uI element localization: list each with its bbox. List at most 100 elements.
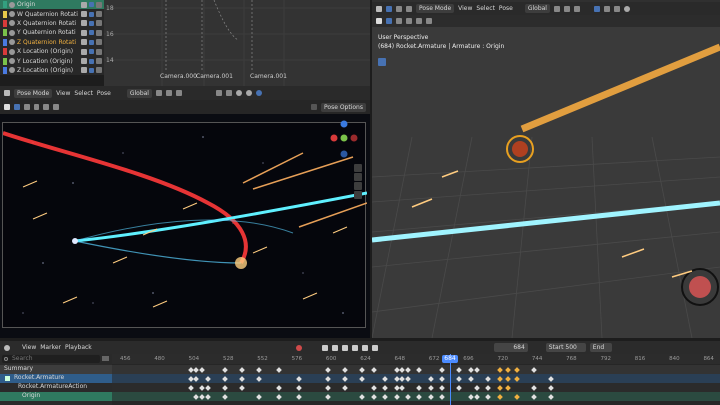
right-snap-icon[interactable] bbox=[563, 5, 570, 12]
right-menu-pose[interactable]: Pose bbox=[499, 5, 513, 12]
timeline-menu-view[interactable]: View bbox=[22, 344, 36, 351]
right-gizmo-icon[interactable] bbox=[593, 5, 600, 12]
end-frame-field[interactable]: End bbox=[589, 343, 612, 352]
wrench-icon[interactable] bbox=[81, 1, 87, 8]
graph-editor[interactable]: 18 16 14 Camera.000 Camera.001 Camera.00… bbox=[104, 0, 370, 86]
shading-material-icon[interactable] bbox=[245, 90, 252, 96]
editor-type-icon[interactable] bbox=[4, 90, 10, 96]
lock-camera-icon[interactable] bbox=[354, 191, 362, 199]
checkbox-icon[interactable] bbox=[89, 30, 94, 36]
record-icon[interactable] bbox=[295, 344, 302, 351]
pivot-icon[interactable] bbox=[155, 90, 162, 96]
wrench-icon[interactable] bbox=[81, 29, 87, 36]
snap-icon[interactable] bbox=[165, 90, 172, 96]
checkbox-icon[interactable] bbox=[89, 39, 94, 45]
close-icon[interactable] bbox=[311, 104, 318, 110]
select-extend-icon[interactable] bbox=[23, 104, 30, 110]
proportional-icon[interactable] bbox=[175, 90, 182, 96]
select-mode-icon[interactable] bbox=[13, 104, 20, 110]
right-viewport[interactable]: Pose Mode View Select Pose Global User P… bbox=[372, 0, 720, 338]
right-menu-view[interactable]: View bbox=[458, 5, 472, 12]
shading-rendered-icon[interactable] bbox=[255, 90, 262, 96]
wrench-icon[interactable] bbox=[81, 48, 87, 55]
marker-camera-001b[interactable]: Camera.001 bbox=[250, 73, 287, 80]
left-menu-pose[interactable]: Pose bbox=[97, 90, 111, 97]
jump-end-icon[interactable] bbox=[371, 344, 378, 351]
channel-row[interactable]: Z Quaternion Rotati bbox=[0, 38, 104, 47]
channel-summary[interactable]: Summary bbox=[0, 365, 112, 374]
right-overlay-icon[interactable] bbox=[603, 5, 610, 12]
search-field[interactable]: Search bbox=[2, 355, 100, 363]
right-tool-mode-icon[interactable] bbox=[386, 18, 392, 24]
dopesheet-area[interactable]: 456 480 504 528 552 576 600 624 648 672 696 720 744 7… bbox=[112, 354, 720, 405]
lock-icon[interactable] bbox=[96, 1, 102, 8]
marker-camera-001a[interactable]: Camera.001 bbox=[196, 73, 233, 80]
right-proportional-icon[interactable] bbox=[573, 5, 580, 12]
cursor-tool-icon[interactable] bbox=[378, 58, 386, 66]
lock-icon[interactable] bbox=[96, 39, 102, 46]
right-menu-select[interactable]: Select bbox=[476, 5, 495, 12]
xray-icon[interactable] bbox=[225, 90, 232, 96]
right-tool-intersect-icon[interactable] bbox=[426, 18, 432, 24]
channel-row[interactable]: X Quaternion Rotati bbox=[0, 19, 104, 28]
channel-row[interactable]: W Quaternion Rotati bbox=[0, 9, 104, 18]
right-select-extend-icon[interactable] bbox=[396, 5, 402, 12]
lock-icon[interactable] bbox=[96, 58, 102, 65]
right-mode-dropdown[interactable]: Pose Mode bbox=[416, 4, 455, 13]
lock-icon[interactable] bbox=[96, 67, 102, 74]
select-intersect-icon[interactable] bbox=[53, 104, 60, 110]
eye-icon[interactable] bbox=[9, 20, 15, 27]
eye-icon[interactable] bbox=[9, 11, 15, 18]
eye-icon[interactable] bbox=[9, 48, 15, 55]
right-shading-icon[interactable] bbox=[623, 5, 630, 12]
channel-row[interactable]: Y Quaternion Rotati bbox=[0, 28, 104, 37]
right-select-icon[interactable] bbox=[386, 5, 392, 12]
playhead-label[interactable]: 684 bbox=[442, 355, 458, 363]
wrench-icon[interactable] bbox=[81, 20, 87, 27]
channel-row[interactable]: Origin bbox=[0, 0, 104, 10]
checkbox-icon[interactable] bbox=[89, 11, 94, 17]
camera-view-icon[interactable] bbox=[354, 182, 362, 190]
select-tool-icon[interactable] bbox=[4, 104, 10, 110]
left-menu-select[interactable]: Select bbox=[74, 90, 93, 97]
eye-icon[interactable] bbox=[9, 67, 15, 74]
lock-icon[interactable] bbox=[96, 29, 102, 36]
frame-ruler[interactable]: 456 480 504 528 552 576 600 624 648 672 696 720 744 7… bbox=[112, 354, 720, 364]
channel-origin[interactable]: Origin bbox=[0, 392, 112, 401]
channel-action[interactable]: Rocket.ArmatureAction bbox=[0, 383, 112, 392]
checkbox-icon[interactable] bbox=[89, 49, 94, 55]
left-menu-view[interactable]: View bbox=[56, 90, 70, 97]
select-invert-icon[interactable] bbox=[43, 104, 50, 110]
hand-pan-icon[interactable] bbox=[354, 173, 362, 181]
checkbox-icon[interactable] bbox=[89, 58, 94, 64]
checkbox-icon[interactable] bbox=[89, 2, 94, 8]
right-select-subtract-icon[interactable] bbox=[406, 5, 412, 12]
checkbox-icon[interactable] bbox=[89, 67, 94, 73]
right-tool-extend-icon[interactable] bbox=[396, 18, 402, 24]
eye-icon[interactable] bbox=[9, 29, 15, 36]
jump-start-icon[interactable] bbox=[321, 344, 328, 351]
channel-armature[interactable]: Rocket.Armature bbox=[0, 374, 112, 383]
right-tool-invert-icon[interactable] bbox=[416, 18, 422, 24]
current-frame-field[interactable]: 684 bbox=[493, 343, 528, 352]
right-orientation-dropdown[interactable]: Global bbox=[524, 4, 550, 13]
lock-icon[interactable] bbox=[96, 20, 102, 27]
timeline-menu-marker[interactable]: Marker bbox=[40, 344, 61, 351]
wrench-icon[interactable] bbox=[81, 39, 87, 46]
right-tool-select-icon[interactable] bbox=[376, 18, 382, 24]
left-mode-dropdown[interactable]: Pose Mode bbox=[14, 88, 53, 98]
navigation-gizmo[interactable] bbox=[328, 120, 358, 164]
prev-keyframe-icon[interactable] bbox=[331, 344, 338, 351]
lock-icon[interactable] bbox=[96, 48, 102, 55]
shading-solid-icon[interactable] bbox=[235, 90, 242, 96]
channel-row[interactable]: Y Location (Origin) bbox=[0, 56, 104, 65]
select-subtract-icon[interactable] bbox=[33, 104, 40, 110]
play-reverse-icon[interactable] bbox=[341, 344, 348, 351]
next-keyframe-icon[interactable] bbox=[361, 344, 368, 351]
overlay-icon[interactable] bbox=[215, 90, 222, 96]
wrench-icon[interactable] bbox=[81, 67, 87, 74]
channel-row[interactable]: X Location (Origin) bbox=[0, 47, 104, 56]
marker-camera-000[interactable]: Camera.000 bbox=[160, 73, 197, 80]
pose-options-dropdown[interactable]: Pose Options bbox=[321, 102, 366, 112]
lock-icon[interactable] bbox=[96, 11, 102, 18]
